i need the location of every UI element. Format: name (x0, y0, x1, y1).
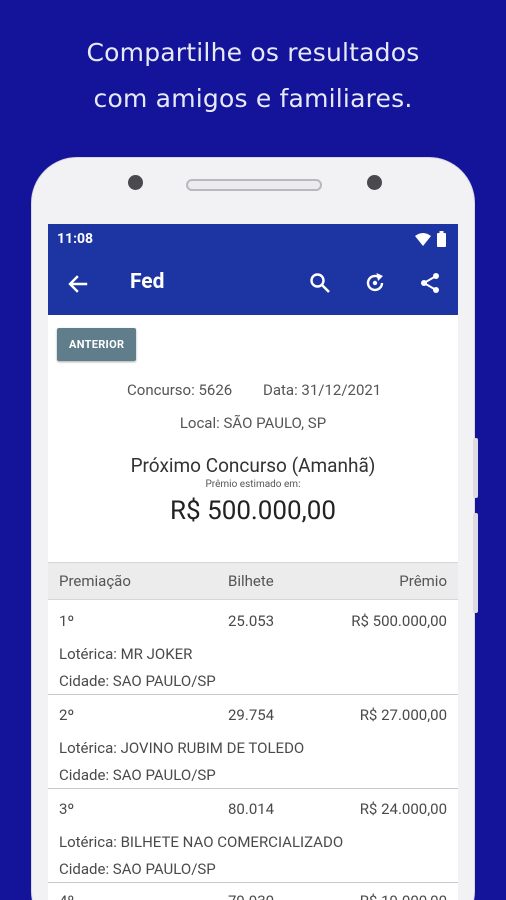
next-contest-title: Próximo Concurso (Amanhã) (130, 454, 376, 477)
row-prize: R$ 24.000,00 (359, 800, 447, 818)
promo-line-1: Compartilhe os resultados (86, 38, 420, 67)
row-place: 2º (59, 706, 75, 724)
status-bar: 11:08 (48, 224, 458, 254)
row-cidade: Cidade: SAO PAULO/SP (59, 860, 216, 878)
volume-button (473, 438, 478, 498)
row-cidade: Cidade: SAO PAULO/SP (59, 766, 216, 784)
row-prize: R$ 27.000,00 (359, 706, 447, 724)
row-place: 4º (59, 892, 74, 900)
promo-line-2: com amigos e familiares. (93, 84, 413, 113)
refresh-icon[interactable] (363, 271, 387, 295)
table-row[interactable]: 3º 80.014 R$ 24.000,00 Lotérica: BILHETE… (48, 789, 458, 883)
row-ticket: 29.754 (228, 706, 275, 724)
row-ticket: 79.930 (228, 892, 274, 900)
contest-location: Local: SÃO PAULO, SP (179, 414, 327, 432)
app-title: Fed (130, 270, 165, 294)
row-loterica: Lotérica: MR JOKER (59, 645, 193, 663)
column-premio: Prêmio (399, 572, 447, 590)
row-cidade: Cidade: SAO PAULO/SP (59, 672, 216, 690)
arrow-back-icon[interactable] (66, 272, 90, 296)
table-row[interactable]: 4º 79.930 R$ 19.000,00 (48, 883, 458, 900)
row-prize: R$ 500.000,00 (351, 612, 447, 630)
row-loterica: Lotérica: JOVINO RUBIM DE TOLEDO (59, 739, 305, 757)
row-ticket: 25.053 (228, 612, 275, 630)
contest-date: Data: 31/12/2021 (263, 381, 382, 399)
previous-button[interactable]: ANTERIOR (57, 328, 137, 361)
wifi-icon (415, 232, 431, 246)
contest-number: Concurso: 5626 (127, 381, 233, 399)
row-place: 1º (59, 612, 75, 630)
draw-header: ANTERIOR Concurso: 5626 Data: 31/12/2021… (48, 315, 458, 526)
table-row[interactable]: 2º 29.754 R$ 27.000,00 Lotérica: JOVINO … (48, 695, 458, 789)
status-time: 11:08 (57, 231, 94, 247)
results-table-header: Premiação Bilhete Prêmio (48, 562, 458, 600)
share-icon[interactable] (418, 271, 442, 295)
app-screen: 11:08 Fed ANTERIOR Concurso: 5626 Data: … (48, 224, 458, 900)
contest-info: Concurso: 5626 Data: 31/12/2021 (57, 381, 449, 401)
search-icon[interactable] (308, 271, 332, 295)
proximity-sensor (367, 175, 382, 190)
front-camera (128, 175, 143, 190)
battery-icon (437, 231, 446, 247)
row-place: 3º (59, 800, 75, 818)
earpiece-speaker (186, 179, 322, 191)
promo-text: Compartilhe os resultados com amigos e f… (0, 30, 506, 122)
row-ticket: 80.014 (228, 800, 275, 818)
table-row[interactable]: 1º 25.053 R$ 500.000,00 Lotérica: MR JOK… (48, 600, 458, 695)
column-bilhete: Bilhete (228, 572, 274, 590)
app-bar: Fed (48, 254, 458, 315)
estimated-prize: R$ 500.000,00 (170, 496, 336, 526)
row-prize: R$ 19.000,00 (360, 892, 447, 900)
power-button (473, 513, 478, 613)
column-premiacao: Premiação (59, 572, 131, 590)
row-loterica: Lotérica: BILHETE NAO COMERCIALIZADO (59, 833, 344, 851)
estimated-prize-note: Prêmio estimado em: (205, 479, 301, 490)
